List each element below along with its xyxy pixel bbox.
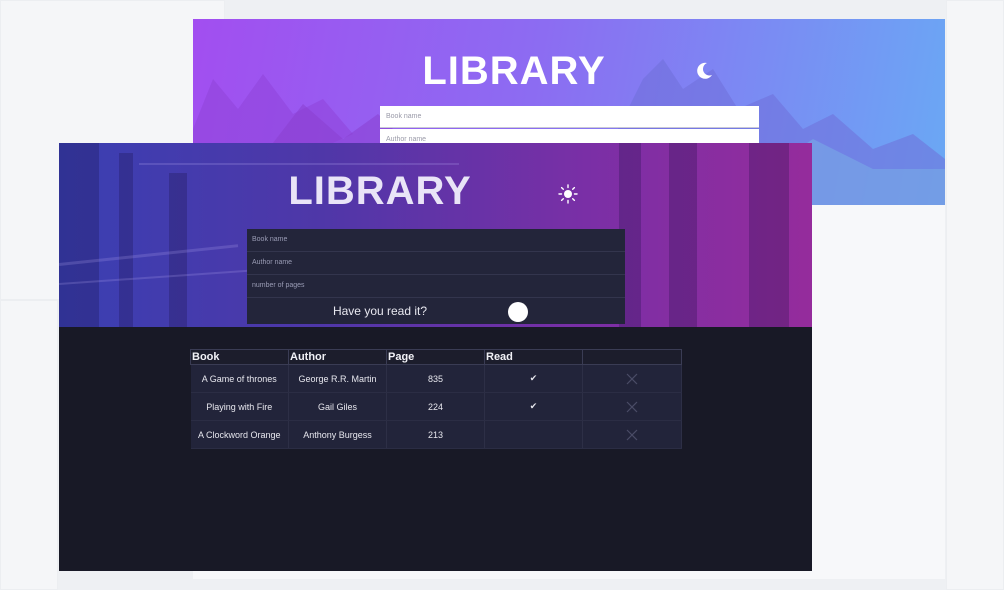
delete-cell: [582, 392, 682, 421]
dark-app-title: LIBRARY: [288, 169, 472, 213]
dark-theme-window: LIBRARY Book name Author name number of …: [59, 143, 812, 571]
author-name-input[interactable]: Author name: [247, 252, 625, 275]
dark-header-banner: LIBRARY Book name Author name number of …: [59, 143, 812, 327]
corridor-ceiling: [139, 163, 459, 165]
moon-icon[interactable]: [694, 61, 714, 81]
read-check-cell[interactable]: ✔: [484, 392, 583, 421]
close-icon[interactable]: [626, 401, 638, 413]
books-table: Book Author Page Read A Game of thrones …: [190, 349, 682, 449]
column-header-author: Author: [288, 349, 387, 365]
book-name-input[interactable]: Book name: [247, 229, 625, 252]
book-title-cell: A Clockword Orange: [190, 420, 289, 449]
pages-cell: 224: [386, 392, 485, 421]
corridor-pillar: [749, 143, 789, 327]
sun-icon[interactable]: [558, 184, 578, 204]
read-check-cell[interactable]: ✔: [484, 364, 583, 393]
close-icon[interactable]: [626, 429, 638, 441]
light-app-title: LIBRARY: [422, 49, 606, 93]
close-icon[interactable]: [626, 373, 638, 385]
table-row: A Game of thrones George R.R. Martin 835…: [190, 364, 682, 393]
column-header-book: Book: [190, 349, 289, 365]
table-row: Playing with Fire Gail Giles 224 ✔: [190, 392, 682, 421]
pages-cell: 835: [386, 364, 485, 393]
author-cell: George R.R. Martin: [288, 364, 387, 393]
table-row: A Clockword Orange Anthony Burgess 213: [190, 420, 682, 449]
column-header-actions: [582, 349, 682, 365]
author-cell: Gail Giles: [288, 392, 387, 421]
read-status-row: Have you read it?: [247, 298, 625, 324]
book-title-cell: A Game of thrones: [190, 364, 289, 393]
background-tile: [0, 300, 58, 590]
delete-cell: [582, 364, 682, 393]
read-check-cell[interactable]: [484, 420, 583, 449]
column-header-page: Page: [386, 349, 485, 365]
background-tile: [946, 0, 1004, 590]
table-header-row: Book Author Page Read: [190, 349, 682, 365]
read-status-label: Have you read it?: [332, 304, 428, 318]
light-book-name-input[interactable]: Book name: [380, 106, 759, 128]
author-cell: Anthony Burgess: [288, 420, 387, 449]
add-book-form: Book name Author name number of pages Ha…: [247, 229, 625, 324]
book-title-cell: Playing with Fire: [190, 392, 289, 421]
number-of-pages-input[interactable]: number of pages: [247, 275, 625, 298]
pages-cell: 213: [386, 420, 485, 449]
column-header-read: Read: [484, 349, 583, 365]
delete-cell: [582, 420, 682, 449]
read-status-toggle[interactable]: [508, 302, 528, 322]
